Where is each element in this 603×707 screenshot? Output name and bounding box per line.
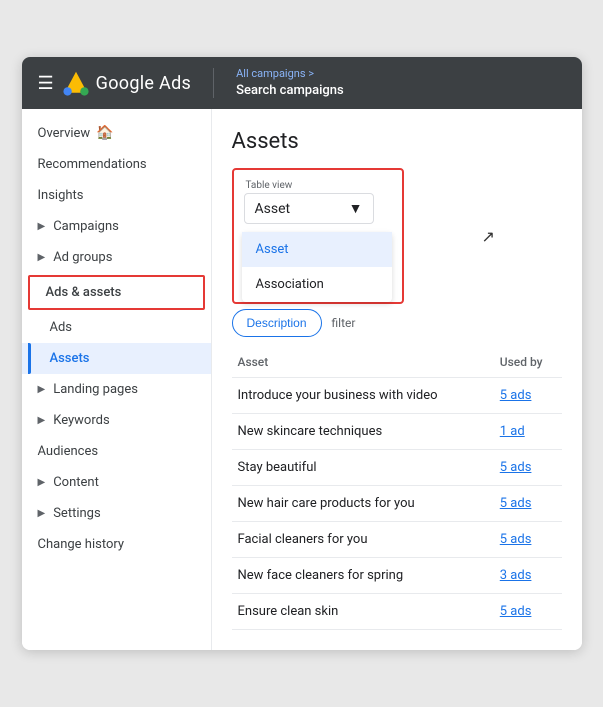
- table-row: Ensure clean skin 5 ads: [232, 594, 562, 630]
- table-row: New skincare techniques 1 ad: [232, 414, 562, 450]
- table-cell-asset: Ensure clean skin: [232, 594, 494, 630]
- sidebar-sub-ads-wrap: Ads: [22, 312, 211, 343]
- sidebar-item-landing-pages-label: Landing pages: [53, 382, 138, 397]
- sidebar-item-keywords[interactable]: ▶ Keywords: [22, 405, 211, 436]
- sidebar-item-change-history-label: Change history: [38, 537, 125, 552]
- sidebar-item-recommendations-label: Recommendations: [38, 157, 147, 172]
- table-cell-used-by[interactable]: 3 ads: [494, 558, 562, 594]
- table-cell-asset: New face cleaners for spring: [232, 558, 494, 594]
- table-view-label: Table view: [244, 180, 392, 191]
- breadcrumb-current: Search campaigns: [236, 82, 344, 100]
- breadcrumb-parent[interactable]: All campaigns >: [236, 66, 344, 81]
- sidebar-item-settings-label: Settings: [53, 506, 100, 521]
- sidebar-item-content[interactable]: ▶ Content: [22, 467, 211, 498]
- table-view-select[interactable]: Asset ▼: [244, 193, 374, 224]
- sidebar-item-ad-groups-label: Ad groups: [53, 250, 112, 265]
- table-cell-used-by[interactable]: 5 ads: [494, 378, 562, 414]
- sidebar-sub-item-ads[interactable]: Ads: [22, 312, 211, 343]
- google-ads-logo-icon: [62, 69, 90, 97]
- sidebar-item-settings[interactable]: ▶ Settings: [22, 498, 211, 529]
- topbar: ☰ Google Ads All campaigns > Search camp…: [22, 57, 582, 109]
- content-area: Assets Table view Asset ▼ Asset Associat…: [212, 109, 582, 650]
- sidebar-sub-item-assets-label: Assets: [50, 351, 90, 366]
- table-header-used-by: Used by: [494, 347, 562, 378]
- topbar-divider: [213, 68, 214, 98]
- page-title: Assets: [232, 129, 562, 154]
- table-cell-used-by[interactable]: 5 ads: [494, 594, 562, 630]
- sidebar-item-change-history[interactable]: Change history: [22, 529, 211, 560]
- sidebar-sub-item-ads-label: Ads: [50, 320, 73, 335]
- table-cell-asset: New hair care products for you: [232, 486, 494, 522]
- topbar-brand-name: Google Ads: [96, 73, 191, 94]
- sidebar-item-campaigns-label: Campaigns: [53, 219, 119, 234]
- dropdown-arrow-icon: ▼: [349, 200, 363, 217]
- sidebar-item-audiences[interactable]: Audiences: [22, 436, 211, 467]
- topbar-logo: ☰ Google Ads: [38, 69, 192, 97]
- sidebar-section-ads-assets[interactable]: Ads & assets: [28, 275, 205, 310]
- table-header-asset: Asset: [232, 347, 494, 378]
- sidebar: Overview 🏠 Recommendations Insights ▶ Ca…: [22, 109, 212, 650]
- chevron-icon: ▶: [38, 252, 46, 263]
- table-cell-asset: New skincare techniques: [232, 414, 494, 450]
- sidebar-item-insights-label: Insights: [38, 188, 84, 203]
- sidebar-item-audiences-label: Audiences: [38, 444, 99, 459]
- dropdown-option-association[interactable]: Association: [242, 267, 392, 302]
- table-cell-asset: Introduce your business with video: [232, 378, 494, 414]
- chevron-icon: ▶: [38, 384, 46, 395]
- sidebar-section-ads-assets-label: Ads & assets: [46, 285, 122, 300]
- filter-text: filter: [332, 316, 356, 330]
- table-cell-used-by[interactable]: 5 ads: [494, 522, 562, 558]
- main-layout: Overview 🏠 Recommendations Insights ▶ Ca…: [22, 109, 582, 650]
- sidebar-item-insights[interactable]: Insights: [22, 180, 211, 211]
- assets-table: Asset Used by Introduce your business wi…: [232, 347, 562, 630]
- table-row: Facial cleaners for you 5 ads: [232, 522, 562, 558]
- sidebar-item-ad-groups[interactable]: ▶ Ad groups: [22, 242, 211, 273]
- hamburger-icon[interactable]: ☰: [38, 73, 54, 94]
- dropdown-option-asset[interactable]: Asset: [242, 232, 392, 267]
- chevron-icon: ▶: [38, 221, 46, 232]
- sidebar-item-campaigns[interactable]: ▶ Campaigns: [22, 211, 211, 242]
- google-ads-logo: Google Ads: [62, 69, 191, 97]
- chevron-icon: ▶: [38, 508, 46, 519]
- dropdown-menu: Asset Association: [242, 232, 392, 302]
- sidebar-item-overview[interactable]: Overview 🏠: [22, 117, 211, 149]
- table-cell-used-by[interactable]: 5 ads: [494, 486, 562, 522]
- tab-description[interactable]: Description: [232, 309, 322, 337]
- sidebar-sub-assets-wrap: Assets: [22, 343, 211, 374]
- home-icon: 🏠: [96, 125, 113, 141]
- table-row: Stay beautiful 5 ads: [232, 450, 562, 486]
- sidebar-item-landing-pages[interactable]: ▶ Landing pages: [22, 374, 211, 405]
- tabs-row: Description filter: [232, 309, 562, 337]
- browser-frame: ☰ Google Ads All campaigns > Search camp…: [22, 57, 582, 650]
- sidebar-item-content-label: Content: [53, 475, 99, 490]
- sidebar-item-keywords-label: Keywords: [53, 413, 109, 428]
- table-row: New hair care products for you 5 ads: [232, 486, 562, 522]
- chevron-icon: ▶: [38, 415, 46, 426]
- chevron-icon: ▶: [38, 477, 46, 488]
- table-cell-asset: Facial cleaners for you: [232, 522, 494, 558]
- sidebar-sub-item-assets[interactable]: Assets: [22, 343, 211, 374]
- dropdown-container: Table view Asset ▼ Asset Association: [232, 168, 404, 304]
- table-row: Introduce your business with video 5 ads: [232, 378, 562, 414]
- table-cell-used-by[interactable]: 5 ads: [494, 450, 562, 486]
- select-value: Asset: [255, 201, 291, 217]
- table-cell-used-by[interactable]: 1 ad: [494, 414, 562, 450]
- table-cell-asset: Stay beautiful: [232, 450, 494, 486]
- sidebar-item-overview-label: Overview: [38, 126, 91, 141]
- sidebar-item-recommendations[interactable]: Recommendations: [22, 149, 211, 180]
- cursor-arrow-icon: ↗: [482, 227, 495, 246]
- table-row: New face cleaners for spring 3 ads: [232, 558, 562, 594]
- topbar-breadcrumb: All campaigns > Search campaigns: [236, 66, 344, 100]
